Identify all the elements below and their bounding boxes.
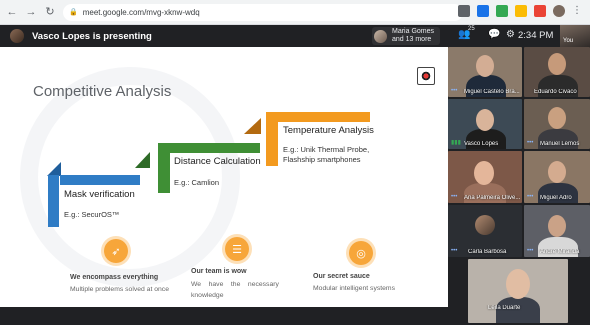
avatar	[475, 215, 495, 235]
meeting-clock: 2:34 PM	[518, 30, 554, 41]
meet-window: ← → ↻ 🔒 meet.google.com/mvg-xknw-wdq ⋮ V…	[0, 0, 590, 325]
extension-icon[interactable]	[515, 5, 527, 17]
participant-name: Leila Duarte	[488, 305, 521, 311]
company-logo	[417, 67, 435, 85]
participant-tile[interactable]: ••• Manuel Lemos	[524, 99, 590, 149]
participant-name: Ana Palmeira Olive...	[464, 195, 521, 201]
forward-icon[interactable]: →	[24, 5, 38, 19]
participant-name: Vasco Lopes	[464, 141, 499, 147]
profile-avatar[interactable]	[553, 5, 565, 17]
step-bar-vertical	[48, 175, 59, 227]
feature-title: Our secret sauce	[313, 273, 370, 280]
presenter-avatar	[10, 29, 24, 43]
feature-description: Modular intelligent systems	[313, 285, 395, 292]
participant-tile[interactable]: Leila Duarte	[468, 259, 568, 323]
chat-icon[interactable]: 💬	[488, 29, 500, 40]
browser-toolbar: ← → ↻ 🔒 meet.google.com/mvg-xknw-wdq ⋮	[0, 0, 590, 25]
url-text: meet.google.com/mvg-xknw-wdq	[82, 7, 200, 17]
step-label: Mask verification	[64, 189, 135, 200]
step-fold	[244, 118, 261, 134]
chip-name: Maria Gomes	[392, 28, 435, 35]
participant-tile[interactable]: ▮▮▮ Vasco Lopes	[448, 99, 522, 149]
step-bar-horizontal	[268, 112, 370, 122]
lock-icon: 🔒	[69, 9, 78, 16]
menu-icon[interactable]: ⋮	[572, 5, 584, 17]
step-example-line: Flashship smartphones	[283, 155, 361, 164]
participant-tile[interactable]: ••• Miguel Castelo Bra...	[448, 47, 522, 97]
step-fold	[47, 162, 61, 176]
slide-title: Competitive Analysis	[33, 83, 172, 100]
participant-name: Eduardo Civaco	[534, 89, 577, 95]
participants-chip[interactable]: Maria Gomes and 13 more	[372, 27, 441, 45]
chip-more: and 13 more	[392, 36, 432, 43]
self-view-label: You	[563, 38, 574, 44]
participant-tile[interactable]: ••• André Miranda	[524, 205, 590, 257]
back-icon[interactable]: ←	[5, 5, 19, 19]
participant-tile[interactable]: ••• Carla Barbosa	[448, 205, 522, 257]
participant-tile[interactable]: Eduardo Civaco	[524, 47, 590, 97]
participant-avatar	[374, 29, 387, 43]
step-example: E.g.: Unik Thermal Probe, Flashship smar…	[283, 145, 369, 165]
step-example: E.g.: Camlion	[174, 178, 220, 187]
extension-icon[interactable]	[477, 5, 489, 17]
participant-name: Miguel Adro	[540, 195, 572, 201]
presenting-bar: Vasco Lopes is presenting Maria Gomes an…	[0, 25, 448, 47]
participant-tile[interactable]: ••• Ana Palmeira Olive...	[448, 151, 522, 203]
step-example-line: E.g.: Unik Thermal Probe,	[283, 145, 370, 154]
feature-description-line: knowledge	[191, 292, 224, 299]
layers-icon: ☰	[225, 237, 249, 261]
participant-name: André Miranda	[540, 249, 580, 255]
step-fold	[135, 152, 150, 168]
target-icon: ◎	[349, 241, 373, 265]
participant-grid: ••• Miguel Castelo Bra... Eduardo Civaco…	[448, 47, 590, 325]
step-label: Distance Calculation	[174, 156, 261, 167]
presentation-slide: Competitive Analysis Mask verification E…	[0, 47, 448, 307]
reload-icon[interactable]: ↻	[43, 5, 57, 19]
rocket-icon: ➶	[104, 239, 128, 263]
participant-tile[interactable]: ••• Miguel Adro	[524, 151, 590, 203]
step-example: E.g.: SecurOS™	[64, 210, 120, 219]
presenting-label: Vasco Lopes is presenting	[32, 30, 152, 42]
step-bar-vertical	[266, 112, 278, 166]
feature-title: Our team is wow	[191, 268, 247, 275]
bottom-strip	[0, 307, 448, 325]
participant-name: Manuel Lemos	[540, 141, 580, 147]
activities-icon[interactable]: ⚙	[506, 29, 515, 40]
feature-title: We encompass everything	[70, 274, 159, 281]
step-bar-vertical	[158, 143, 170, 193]
feature-description-line: We have the necessary	[191, 281, 279, 288]
feature-description: We have the necessary knowledge	[191, 279, 311, 301]
participant-name: Miguel Castelo Bra...	[464, 89, 520, 95]
extension-icon[interactable]	[496, 5, 508, 17]
extension-icons: ⋮	[458, 5, 584, 17]
step-label: Temperature Analysis	[283, 125, 374, 136]
address-bar[interactable]: 🔒 meet.google.com/mvg-xknw-wdq	[63, 3, 463, 21]
extension-icon[interactable]	[458, 5, 470, 17]
people-count: 25	[468, 26, 475, 32]
participant-name: Carla Barbosa	[468, 249, 507, 255]
step-bar-horizontal	[60, 175, 140, 185]
step-bar-horizontal	[160, 143, 260, 153]
feature-description: Multiple problems solved at once	[70, 286, 169, 293]
extension-icon[interactable]	[534, 5, 546, 17]
